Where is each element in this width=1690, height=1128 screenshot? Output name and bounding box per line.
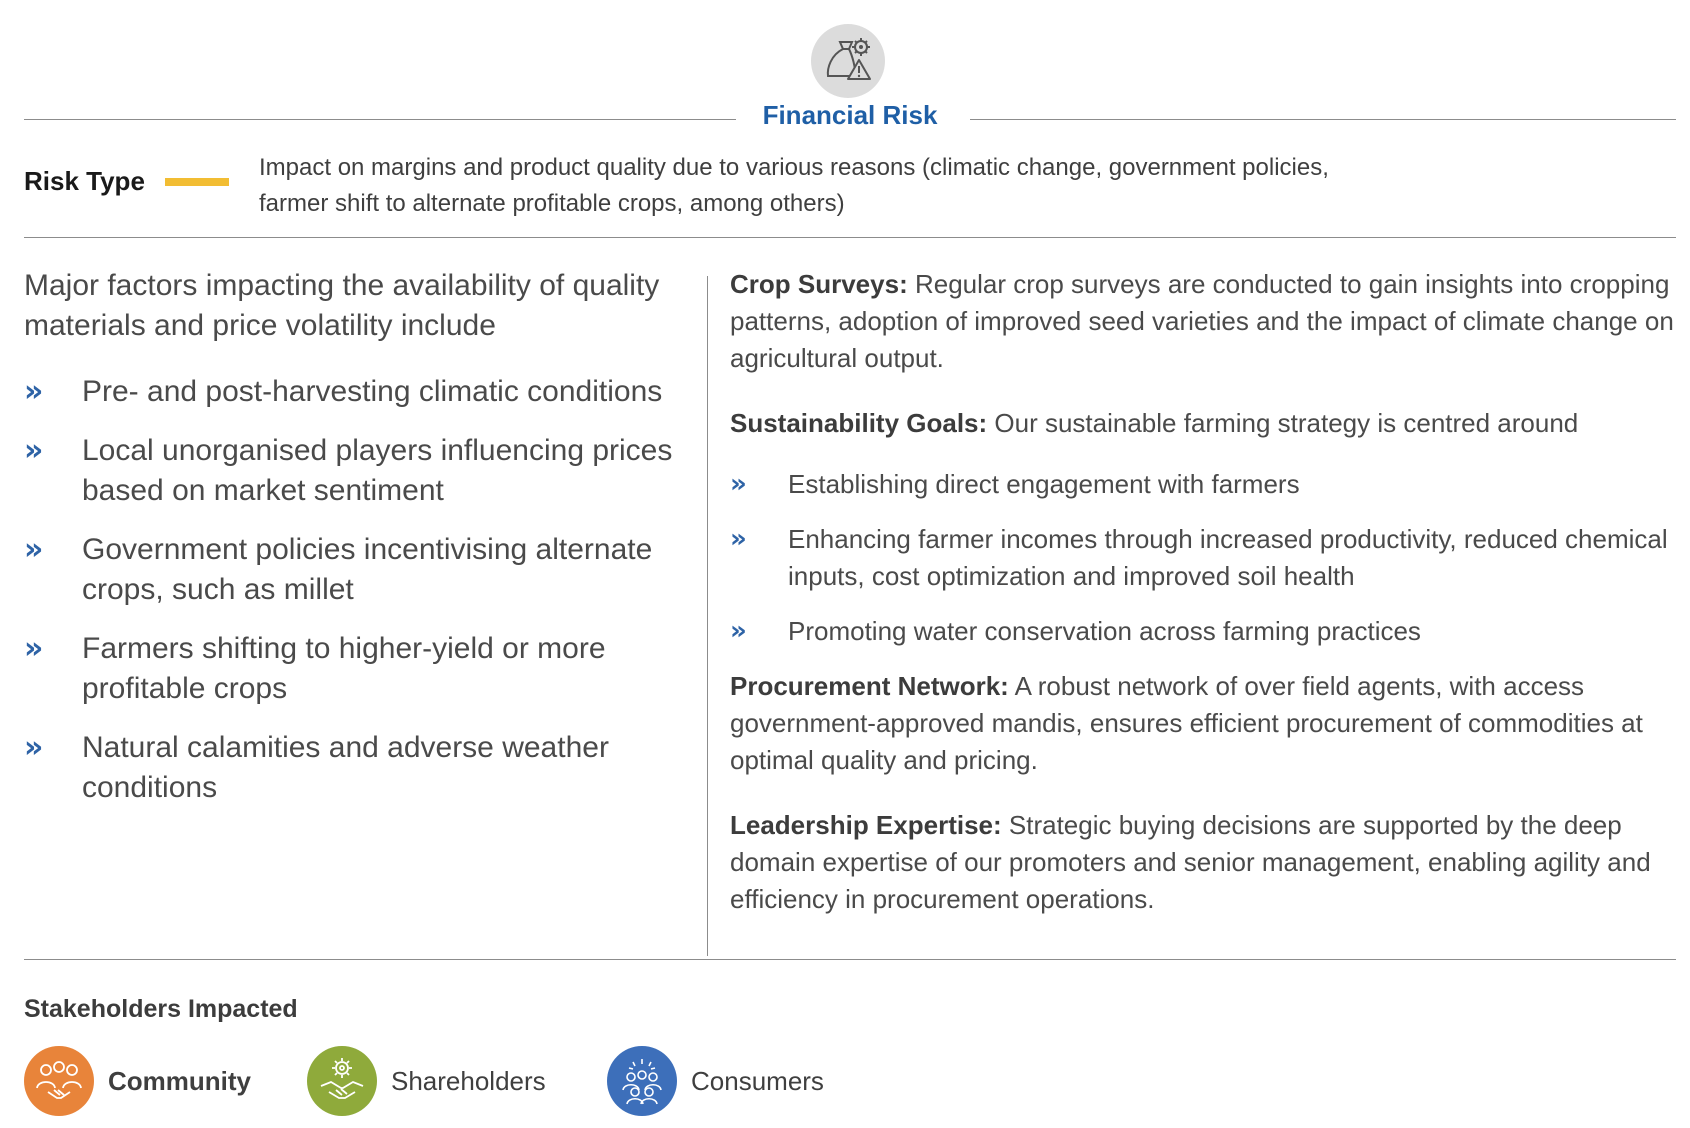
- leadership-heading: Leadership Expertise:: [730, 810, 1002, 840]
- mitigation-column: Crop Surveys: Regular crop surveys are c…: [730, 266, 1675, 918]
- stakeholder-shareholders: Shareholders: [307, 1045, 546, 1117]
- sustainability-text: Our sustainable farming strategy is cent…: [994, 408, 1579, 438]
- bullet-chevron-icon: »: [730, 524, 747, 554]
- bullet-chevron-icon: »: [24, 631, 44, 666]
- goal-text: Enhancing farmer incomes through increas…: [788, 524, 1668, 591]
- people-group-icon: [607, 1046, 677, 1116]
- factor-text: Farmers shifting to higher-yield or more…: [82, 632, 606, 705]
- factor-text: Pre- and post-harvesting climatic condit…: [82, 375, 663, 408]
- goal-text: Promoting water conservation across farm…: [788, 616, 1421, 646]
- risk-type-label: Risk Type: [24, 166, 145, 196]
- header-rule-left: [24, 119, 736, 120]
- section-divider-bottom: [24, 959, 1676, 960]
- factors-intro: Major factors impacting the availability…: [24, 269, 660, 342]
- people-handshake-icon: [24, 1046, 94, 1116]
- goal-text: Establishing direct engagement with farm…: [788, 469, 1300, 499]
- sustainability-heading: Sustainability Goals:: [730, 408, 988, 438]
- bullet-chevron-icon: »: [730, 469, 747, 499]
- procurement-paragraph: Procurement Network: A robust network of…: [730, 668, 1675, 779]
- bullet-chevron-icon: »: [730, 616, 747, 646]
- list-item: » Government policies incentivising alter…: [24, 530, 694, 610]
- list-item: » Local unorganised players influencing p…: [24, 431, 694, 511]
- risk-type-description: Impact on margins and product quality du…: [259, 150, 1489, 222]
- bullet-chevron-icon: »: [24, 730, 44, 765]
- factor-text: Local unorganised players influencing pr…: [82, 434, 673, 507]
- section-divider-top: [24, 237, 1676, 238]
- bullet-chevron-icon: »: [24, 433, 44, 468]
- list-item: » Enhancing farmer incomes through increa…: [730, 521, 1675, 595]
- list-item: » Pre- and post-harvesting climatic condi…: [24, 372, 694, 412]
- factor-text: Natural calamities and adverse weather c…: [82, 731, 609, 804]
- risk-description-line-2: farmer shift to alternate profitable cro…: [259, 190, 845, 217]
- leadership-paragraph: Leadership Expertise: Strategic buying d…: [730, 807, 1675, 918]
- stakeholder-consumers: Consumers: [607, 1045, 824, 1117]
- list-item: » Natural calamities and adverse weather …: [24, 728, 694, 808]
- stakeholder-community: Community: [24, 1045, 251, 1117]
- bullet-chevron-icon: »: [24, 532, 44, 567]
- gear-handshake-icon: [307, 1046, 377, 1116]
- list-item: » Farmers shifting to higher-yield or mor…: [24, 629, 694, 709]
- crop-surveys-paragraph: Crop Surveys: Regular crop surveys are c…: [730, 266, 1675, 377]
- risk-type-accent-bar: [165, 178, 229, 186]
- column-divider: [707, 276, 708, 956]
- sustainability-paragraph: Sustainability Goals: Our sustainable fa…: [730, 405, 1675, 442]
- financial-risk-icon: [811, 24, 885, 98]
- list-item: » Promoting water conservation across far…: [730, 613, 1675, 650]
- bullet-chevron-icon: »: [24, 374, 44, 409]
- page-title: Financial Risk: [762, 100, 938, 130]
- stakeholder-label: Shareholders: [391, 1065, 546, 1096]
- factors-list: » Pre- and post-harvesting climatic condi…: [24, 372, 694, 827]
- procurement-heading: Procurement Network:: [730, 671, 1009, 701]
- header-rule-right: [970, 119, 1676, 120]
- factor-text: Government policies incentivising altern…: [82, 533, 653, 606]
- stakeholder-label: Consumers: [691, 1065, 824, 1096]
- crop-surveys-heading: Crop Surveys:: [730, 269, 908, 299]
- list-item: » Establishing direct engagement with far…: [730, 466, 1675, 503]
- risk-description-line-1: Impact on margins and product quality du…: [259, 154, 1329, 181]
- stakeholder-label: Community: [108, 1065, 251, 1096]
- sustainability-list: » Establishing direct engagement with far…: [730, 466, 1675, 650]
- stakeholders-title: Stakeholders Impacted: [24, 995, 298, 1023]
